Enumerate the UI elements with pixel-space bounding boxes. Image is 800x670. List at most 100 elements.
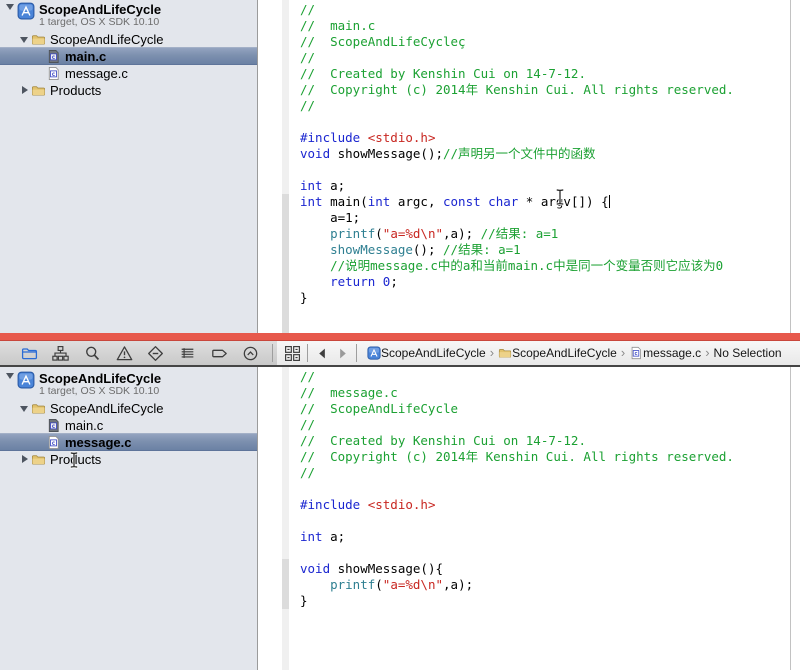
breadcrumb-separator: › xyxy=(489,345,495,360)
code-token: ( xyxy=(375,577,383,592)
breadcrumb-item[interactable]: ScopeAndLifeCycle xyxy=(498,346,617,360)
code-token: const xyxy=(443,194,481,209)
code-token: a; xyxy=(322,529,346,544)
code-token: <stdio.h> xyxy=(367,497,436,512)
code-token: ,a); xyxy=(443,226,481,241)
code-token: // Created by Kenshin Cui on 14-7-12. xyxy=(300,66,586,81)
code-token: int xyxy=(300,194,323,209)
code-line: // message.c xyxy=(259,385,786,401)
sidebar-item-products[interactable]: Products xyxy=(0,451,257,468)
code-line: // main.c xyxy=(259,18,786,34)
folder-icon xyxy=(31,32,46,47)
disclosure-closed-icon[interactable] xyxy=(18,85,31,96)
code-line: // ScopeAndLifeCycle xyxy=(259,401,786,417)
code-token: ( xyxy=(375,226,383,241)
breadcrumb-separator: › xyxy=(705,345,710,360)
breakpoint-navigator-icon xyxy=(211,345,228,362)
code-token: } xyxy=(300,593,308,608)
folder-icon xyxy=(31,83,46,98)
disclosure-open-icon[interactable] xyxy=(4,371,17,381)
breadcrumb-label: ScopeAndLifeCycle xyxy=(512,346,617,360)
divider xyxy=(356,344,357,362)
item-label: ScopeAndLifeCycle xyxy=(50,401,164,416)
project-navigator-button[interactable] xyxy=(18,343,40,363)
item-label: Products xyxy=(50,452,102,467)
code-main-c[interactable]: //// main.c// ScopeAndLifeCycleç//// Cre… xyxy=(259,2,786,306)
sidebar-item-scopeandlifecycle[interactable]: ScopeAndLifeCycle xyxy=(0,400,257,417)
sidebar-item-scopeandlifecycle[interactable]: ScopeAndLifeCycle 1 target, OS X SDK 10.1… xyxy=(0,371,257,400)
code-message-c[interactable]: //// message.c// ScopeAndLifeCycle//// C… xyxy=(259,369,786,609)
sidebar-item-products[interactable]: Products xyxy=(0,82,257,99)
code-token: //结果: a=1 xyxy=(443,242,521,257)
c-file-icon xyxy=(629,346,643,360)
code-line: #include <stdio.h> xyxy=(259,130,786,146)
code-line: // xyxy=(259,369,786,385)
search-navigator-icon xyxy=(84,345,101,362)
top-editor-pane: ScopeAndLifeCycle 1 target, OS X SDK 10.1… xyxy=(0,0,800,333)
folder-icon xyxy=(498,346,512,360)
project-subtitle: 1 target, OS X SDK 10.10 xyxy=(39,385,160,397)
sidebar-item-main-c[interactable]: main.c xyxy=(0,417,257,434)
xcode-window: ScopeAndLifeCycle 1 target, OS X SDK 10.1… xyxy=(0,0,800,670)
code-line: int a; xyxy=(259,178,786,194)
related-items-button[interactable] xyxy=(281,343,303,363)
code-token: void xyxy=(300,146,331,161)
code-token: // Created by Kenshin Cui on 14-7-12. xyxy=(300,433,586,448)
breakpoint-navigator-button[interactable] xyxy=(208,343,230,363)
disclosure-open-icon[interactable] xyxy=(18,404,31,414)
c-file-dark-icon xyxy=(46,49,61,64)
source-editor-message-c[interactable]: //// message.c// ScopeAndLifeCycle//// C… xyxy=(259,367,800,670)
source-editor-main-c[interactable]: //// main.c// ScopeAndLifeCycleç//// Cre… xyxy=(259,0,800,333)
sidebar-item-message-c[interactable]: message.c xyxy=(0,65,257,82)
sidebar-item-scopeandlifecycle[interactable]: ScopeAndLifeCycle 1 target, OS X SDK 10.1… xyxy=(0,2,257,31)
code-token: printf xyxy=(330,577,376,592)
test-navigator-button[interactable] xyxy=(145,343,167,363)
disclosure-open-icon[interactable] xyxy=(18,35,31,45)
back-button[interactable] xyxy=(312,343,332,363)
disclosure-open-icon[interactable] xyxy=(4,2,17,12)
issue-navigator-button[interactable] xyxy=(113,343,135,363)
search-navigator-button[interactable] xyxy=(81,343,103,363)
code-token: // xyxy=(300,417,316,432)
code-line: // Created by Kenshin Cui on 14-7-12. xyxy=(259,66,786,82)
code-token: //声明另一个文件中的函数 xyxy=(443,146,596,161)
breadcrumb-item[interactable]: ScopeAndLifeCycle xyxy=(367,346,486,360)
forward-icon xyxy=(335,346,350,361)
breadcrumb-separator: › xyxy=(620,345,626,360)
code-line: // ScopeAndLifeCycleç xyxy=(259,34,786,50)
code-token: // main.c xyxy=(300,18,376,33)
code-token: //说明message.c中的a和当前main.c中是同一个变量否则它应该为0 xyxy=(330,258,724,273)
forward-button[interactable] xyxy=(332,343,352,363)
item-label: Products xyxy=(50,83,102,98)
project-navigator-icon xyxy=(21,345,38,362)
symbol-navigator-button[interactable] xyxy=(50,343,72,363)
code-token: ,a); xyxy=(443,577,474,592)
code-token: main( xyxy=(322,194,368,209)
breadcrumb-label: message.c xyxy=(643,346,702,360)
breadcrumb-item[interactable]: No Selection xyxy=(714,346,782,360)
text-caret xyxy=(608,195,610,208)
code-line: // Copyright (c) 2014年 Kenshin Cui. All … xyxy=(259,449,786,465)
code-line: //说明message.c中的a和当前main.c中是同一个变量否则它应该为0 xyxy=(259,258,786,274)
breadcrumb-item[interactable]: message.c xyxy=(629,346,701,360)
sidebar-item-scopeandlifecycle[interactable]: ScopeAndLifeCycle xyxy=(0,31,257,48)
disclosure-closed-icon[interactable] xyxy=(18,454,31,465)
divider xyxy=(307,344,308,362)
report-navigator-button[interactable] xyxy=(240,343,262,363)
debug-navigator-button[interactable] xyxy=(177,343,199,363)
xcode-project-icon xyxy=(17,371,35,389)
split-divider[interactable] xyxy=(0,333,800,341)
code-token: // xyxy=(300,2,316,17)
code-token: char xyxy=(488,194,519,209)
sidebar-item-message-c[interactable]: message.c xyxy=(0,433,257,451)
code-token: int xyxy=(300,529,323,544)
sidebar-item-main-c[interactable]: main.c xyxy=(0,47,257,65)
code-token: //结果: a=1 xyxy=(480,226,559,241)
code-token: a=1; xyxy=(300,210,361,225)
code-line: int main(int argc, const char * argv[]) … xyxy=(259,194,786,210)
